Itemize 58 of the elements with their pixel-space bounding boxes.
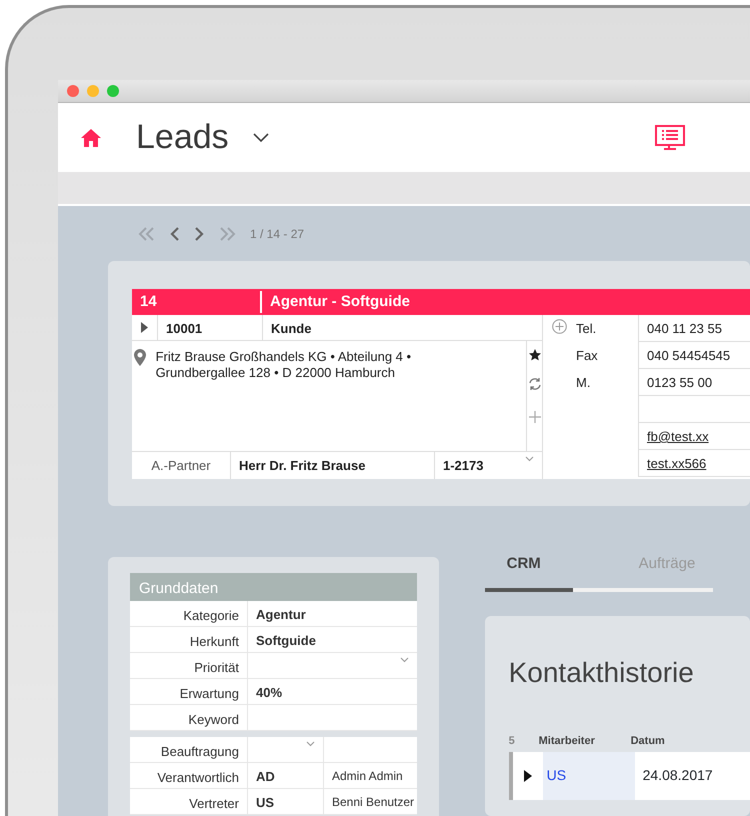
first-page-icon[interactable] — [138, 226, 156, 240]
row-arrow-icon[interactable] — [524, 770, 532, 782]
chevron-down-icon[interactable] — [252, 132, 269, 142]
contact-type-label: Tel. — [576, 321, 596, 336]
field-label: Beauftragung — [160, 744, 239, 759]
field-label: Verantwortlich — [157, 770, 239, 785]
column-header: Datum — [630, 734, 665, 750]
field-label: Erwartung — [180, 686, 239, 701]
monitor-list-icon[interactable] — [654, 124, 685, 150]
email-link[interactable]: test.xx566 — [647, 456, 706, 471]
field-label: Kategorie — [183, 608, 239, 623]
record-id: 10001 — [157, 315, 262, 340]
last-page-icon[interactable] — [218, 226, 236, 240]
section-title: Kontakthistorie — [508, 656, 695, 690]
record-title: Agentur - Softguide — [269, 292, 410, 312]
empty-contact-field[interactable] — [638, 396, 750, 423]
row-count: 5 — [508, 734, 516, 750]
expand-arrow-icon[interactable] — [141, 322, 148, 333]
user-name: Benni Benutzer — [332, 795, 414, 809]
contact-name: Herr Dr. Fritz Brause — [230, 452, 434, 479]
address-text: Fritz Brause Großhandels KG • Abteilung 4 • Grundbergallee 128 • D 22000 Hamburch — [154, 348, 412, 382]
star-icon[interactable] — [528, 349, 541, 361]
contact-value: 040 54454545 — [647, 348, 730, 363]
record-number: 14 — [132, 290, 262, 314]
add-icon[interactable] — [528, 411, 541, 423]
user-code: AD — [256, 768, 275, 786]
zoom-button[interactable] — [107, 85, 119, 97]
field-value: Agentur — [256, 606, 306, 624]
record-type: Kunde — [262, 315, 542, 340]
add-circle-icon[interactable] — [552, 319, 567, 334]
contact-value: 0123 55 00 — [647, 375, 712, 390]
field-label: Keyword — [188, 712, 239, 727]
employee-link[interactable]: US — [546, 765, 566, 786]
home-icon[interactable] — [80, 128, 102, 148]
field-label: Herkunft — [190, 634, 239, 649]
section-header: Grunddaten — [130, 573, 417, 601]
page-counter: 1 / 14 - 27 — [250, 226, 304, 242]
page-title: Leads — [136, 117, 229, 158]
close-button[interactable] — [67, 85, 79, 97]
tab[interactable]: CRM — [484, 553, 573, 592]
column-header: Mitarbeiter — [538, 734, 596, 750]
next-page-icon[interactable] — [194, 226, 204, 240]
contact-label: A.-Partner — [150, 457, 212, 475]
field-value: Softguide — [256, 632, 316, 650]
field-label: Priorität — [194, 660, 239, 675]
previous-page-icon[interactable] — [170, 226, 180, 240]
location-pin-icon — [134, 349, 146, 366]
user-name: Admin Admin — [332, 769, 403, 783]
contact-type-label: Fax — [576, 348, 598, 363]
field-label: Vertreter — [189, 796, 239, 811]
field-value: 40% — [256, 684, 282, 702]
user-code: US — [256, 794, 274, 812]
contact-number: 1-2173 — [434, 452, 517, 479]
email-link[interactable]: fb@test.xx — [647, 429, 709, 444]
contact-type-label: M. — [576, 375, 590, 390]
date-cell-text: 24.08.2017 — [642, 766, 713, 785]
refresh-icon[interactable] — [528, 377, 542, 391]
contact-value: 040 11 23 55 — [647, 321, 722, 336]
